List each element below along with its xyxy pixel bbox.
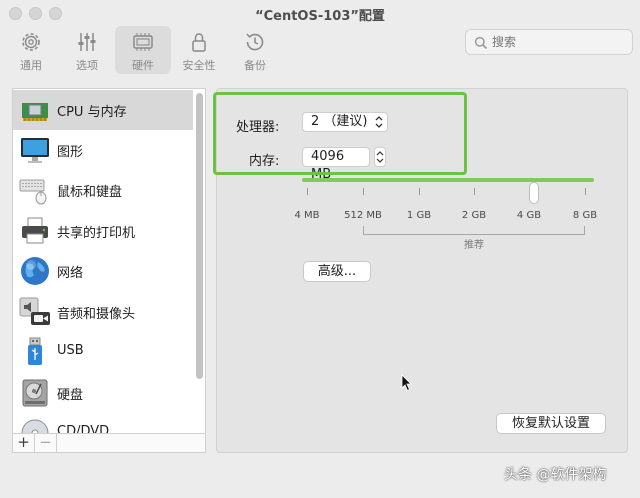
sidebar-item-label: 硬盘 [57, 388, 84, 403]
sidebar-item-label: USB [57, 343, 84, 358]
sidebar-footer: + − [12, 433, 206, 453]
lock-icon [192, 33, 206, 52]
speaker-camera-icon [19, 297, 50, 325]
sidebar-scrollbar[interactable] [196, 93, 203, 379]
remove-device-button[interactable]: − [35, 434, 57, 452]
tab-options-label: 选项 [76, 59, 98, 72]
sliders-icon [78, 33, 96, 51]
slider-tick [363, 188, 364, 195]
slider-tick-label: 4 MB [294, 210, 320, 221]
tab-general-label: 通用 [20, 59, 42, 72]
add-device-button[interactable]: + [13, 434, 35, 452]
memory-slider-fill [302, 178, 594, 182]
globe-icon [21, 257, 49, 285]
disc-icon [21, 419, 49, 433]
printer-icon [22, 217, 48, 244]
usb-icon [28, 337, 42, 365]
slider-tick-label: 1 GB [406, 210, 432, 221]
cpu-chip-icon [22, 103, 48, 121]
sidebar-item-graphics[interactable]: 图形 [13, 130, 193, 170]
recommend-range-bracket [363, 226, 585, 235]
mouse-cursor-icon [401, 374, 412, 392]
slider-tick [474, 188, 475, 195]
monitor-icon [21, 138, 49, 163]
sidebar-item-label: CPU 与内存 [57, 105, 127, 120]
keyboard-mouse-icon [19, 179, 47, 205]
tab-backup[interactable]: 备份 [227, 26, 283, 74]
recommend-label: 推荐 [452, 236, 496, 251]
tab-hardware-label: 硬件 [132, 59, 154, 72]
sidebar-item-label: 共享的打印机 [57, 226, 136, 241]
slider-tick-label: 2 GB [461, 210, 487, 221]
window-title: “CentOS-103”配置 [255, 9, 385, 24]
slider-tick [585, 188, 586, 195]
vm-settings-window: “CentOS-103”配置 通用 选项 硬件 安全性 备份 搜索 CPU 与内… [0, 0, 640, 498]
advanced-button[interactable]: 高级... [303, 261, 371, 282]
gear-icon [22, 33, 40, 51]
tab-options[interactable]: 选项 [59, 26, 115, 74]
tab-security[interactable]: 安全性 [171, 26, 227, 74]
sidebar-item-label: 音频和摄像头 [57, 307, 136, 322]
search-icon [474, 36, 488, 50]
search-box[interactable] [465, 29, 633, 55]
tab-security-label: 安全性 [182, 59, 216, 72]
slider-tick [307, 188, 308, 195]
hardware-sidebar: CPU 与内存 图形 鼠标和键盘 共享的打印机 网络 音频和摄像头 USB 硬盘… [12, 88, 206, 434]
sidebar-item-cpu-memory[interactable]: CPU 与内存 [13, 90, 193, 130]
sidebar-item-cd-dvd[interactable]: CD/DVD [13, 413, 193, 433]
tab-backup-label: 备份 [244, 59, 266, 72]
memory-slider-thumb[interactable] [529, 182, 539, 204]
sidebar-item-label: 网络 [57, 266, 84, 281]
slider-tick-label: 4 GB [516, 210, 542, 221]
slider-tick [419, 188, 420, 195]
tab-hardware[interactable]: 硬件 [115, 26, 171, 74]
slider-tick-label: 8 GB [572, 210, 598, 221]
sidebar-item-label: 鼠标和键盘 [57, 185, 123, 200]
chip-icon [133, 33, 153, 51]
clock-icon [246, 33, 264, 51]
search-input[interactable] [492, 33, 626, 51]
watermark-text: 头条 @软件架构 [504, 467, 607, 483]
restore-defaults-button[interactable]: 恢复默认设置 [496, 413, 606, 434]
sidebar-item-audio-camera[interactable]: 音频和摄像头 [13, 292, 193, 332]
sidebar-item-label: 图形 [57, 145, 84, 160]
annotation-highlight-box [213, 92, 467, 175]
slider-tick-label: 512 MB [344, 210, 382, 221]
tab-general[interactable]: 通用 [3, 26, 59, 74]
sidebar-item-printer[interactable]: 共享的打印机 [13, 211, 193, 251]
sidebar-item-hard-disk[interactable]: 硬盘 [13, 373, 193, 413]
hard-disk-icon [22, 379, 48, 407]
sidebar-item-usb[interactable]: USB [13, 332, 193, 372]
title-bar: “CentOS-103”配置 [0, 0, 640, 26]
sidebar-item-network[interactable]: 网络 [13, 251, 193, 291]
sidebar-item-mouse-keyboard[interactable]: 鼠标和键盘 [13, 170, 193, 210]
